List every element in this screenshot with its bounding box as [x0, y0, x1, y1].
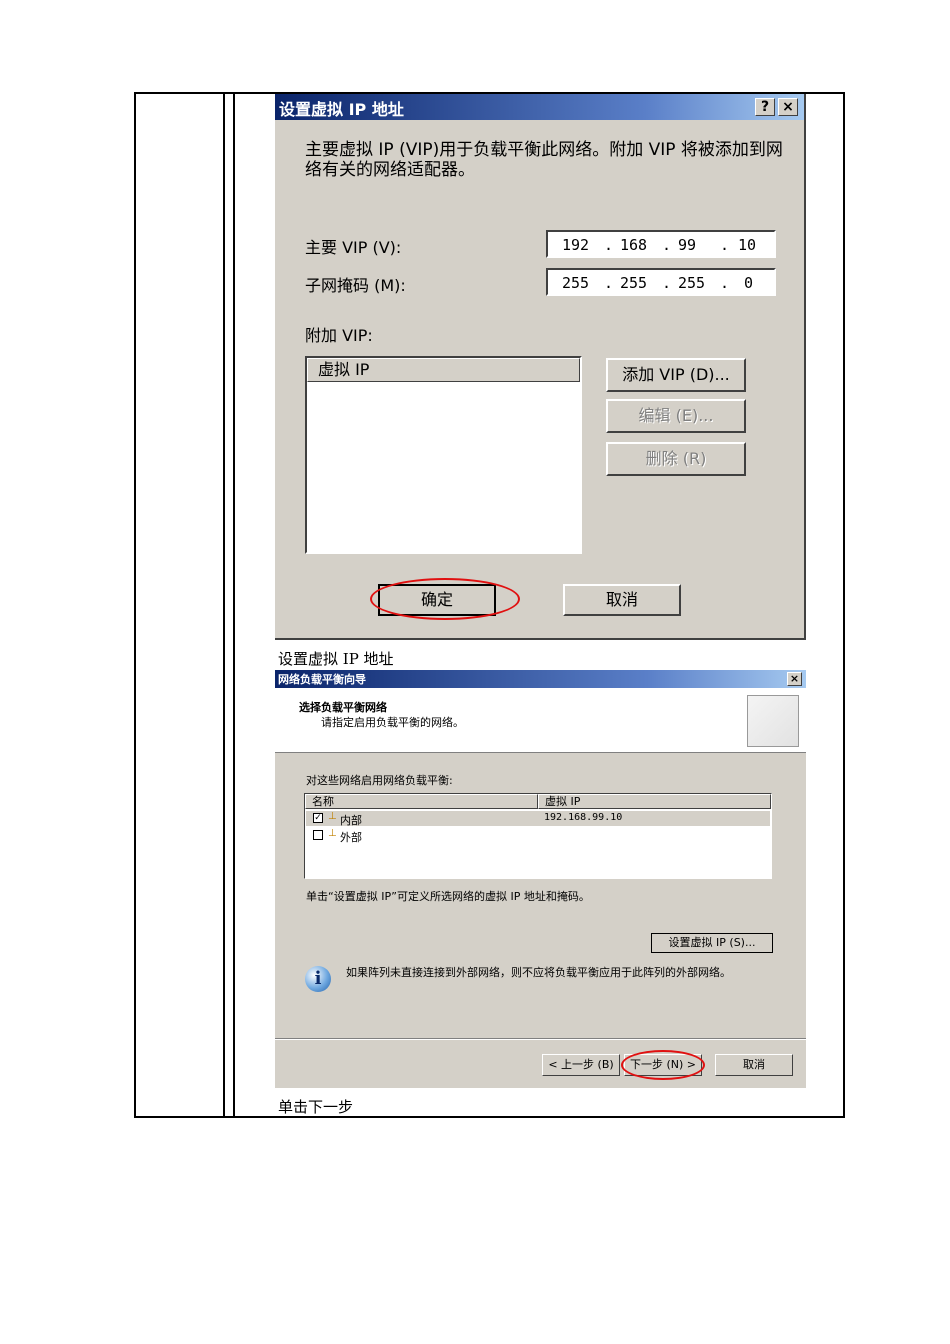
- ip-octet: 99: [678, 236, 697, 254]
- network-icon: ⊥: [328, 828, 337, 839]
- help-button[interactable]: ?: [755, 98, 775, 116]
- close-button[interactable]: ×: [787, 672, 802, 686]
- network-icon: ⊥: [328, 811, 337, 822]
- ip-octet: 255: [562, 274, 590, 292]
- checkbox[interactable]: [313, 830, 323, 840]
- dialog-description: 主要虚拟 IP (VIP)用于负载平衡此网络。附加 VIP 将被添加到网络有关的…: [305, 140, 783, 180]
- table-row[interactable]: ✓ ⊥ 内部 192.168.99.10: [306, 811, 770, 827]
- caption-click-next: 单击下一步: [278, 1098, 354, 1116]
- ip-octet: 192: [562, 236, 590, 254]
- dialog-title: 设置虚拟 IP 地址: [279, 100, 404, 119]
- cancel-button[interactable]: 取消: [715, 1054, 793, 1076]
- ip-dot: .: [604, 274, 614, 292]
- ip-octet: 0: [744, 274, 754, 292]
- dialog-titlebar: 设置虚拟 IP 地址 ? ×: [275, 94, 804, 120]
- subnet-mask-input[interactable]: 255 . 255 . 255 . 0: [546, 268, 776, 296]
- network-vip: 192.168.99.10: [544, 812, 623, 823]
- checkbox[interactable]: ✓: [313, 813, 323, 823]
- back-button[interactable]: < 上一步 (B): [542, 1054, 620, 1076]
- ip-octet: 255: [620, 274, 648, 292]
- ip-octet: 10: [738, 236, 757, 254]
- ip-octet: 168: [620, 236, 648, 254]
- delete-vip-button[interactable]: 删除 (R): [606, 442, 746, 476]
- wizard-titlebar: 网络负载平衡向导 ×: [275, 670, 806, 688]
- ip-octet: 255: [678, 274, 706, 292]
- wizard-graphic-icon: [747, 695, 799, 747]
- column-header-vip[interactable]: 虚拟 IP: [538, 794, 771, 809]
- ip-dot: .: [720, 274, 730, 292]
- wizard-title: 网络负载平衡向导: [278, 673, 366, 686]
- wizard-header-panel: 选择负载平衡网络 请指定启用负载平衡的网络。: [275, 688, 806, 753]
- set-vip-dialog: 设置虚拟 IP 地址 ? × 主要虚拟 IP (VIP)用于负载平衡此网络。附加…: [275, 94, 806, 640]
- ip-dot: .: [604, 236, 614, 254]
- wizard-header-subtitle: 请指定启用负载平衡的网络。: [321, 716, 464, 729]
- additional-vip-list[interactable]: 虚拟 IP: [305, 356, 582, 554]
- caption-set-vip: 设置虚拟 IP 地址: [278, 650, 394, 668]
- hint-text: 单击“设置虚拟 IP”可定义所选网络的虚拟 IP 地址和掩码。: [306, 890, 590, 903]
- network-list[interactable]: 名称 虚拟 IP ✓ ⊥ 内部 192.168.99.10 ⊥ 外部: [304, 793, 772, 879]
- ip-dot: .: [662, 274, 672, 292]
- primary-vip-label: 主要 VIP (V):: [305, 238, 402, 257]
- footer-divider: [275, 1038, 806, 1040]
- add-vip-button[interactable]: 添加 VIP (D)...: [606, 358, 746, 392]
- ip-dot: .: [720, 236, 730, 254]
- table-divider: [223, 92, 225, 1118]
- highlight-ellipse: [621, 1050, 705, 1080]
- additional-vip-label: 附加 VIP:: [305, 326, 373, 345]
- primary-vip-input[interactable]: 192 . 168 . 99 . 10: [546, 230, 776, 258]
- ip-dot: .: [662, 236, 672, 254]
- table-divider: [233, 92, 235, 1118]
- info-icon: i: [305, 966, 331, 992]
- set-vip-button[interactable]: 设置虚拟 IP (S)...: [651, 933, 773, 953]
- edit-vip-button[interactable]: 编辑 (E)...: [606, 399, 746, 433]
- highlight-ellipse: [370, 578, 520, 620]
- cancel-button[interactable]: 取消: [563, 584, 681, 616]
- instruction-text: 对这些网络启用网络负载平衡:: [306, 774, 453, 787]
- table-row[interactable]: ⊥ 外部: [306, 828, 770, 844]
- network-name: 外部: [340, 831, 362, 844]
- nlb-wizard-dialog: 网络负载平衡向导 × 选择负载平衡网络 请指定启用负载平衡的网络。 对这些网络启…: [275, 670, 806, 1088]
- list-header-virtual-ip[interactable]: 虚拟 IP: [307, 358, 580, 382]
- wizard-header-title: 选择负载平衡网络: [299, 701, 387, 714]
- close-button[interactable]: ×: [778, 98, 798, 116]
- info-text: 如果阵列未直接连接到外部网络，则不应将负载平衡应用于此阵列的外部网络。: [346, 966, 731, 979]
- column-header-name[interactable]: 名称: [305, 794, 538, 809]
- subnet-mask-label: 子网掩码 (M):: [305, 276, 406, 295]
- network-name: 内部: [340, 814, 362, 827]
